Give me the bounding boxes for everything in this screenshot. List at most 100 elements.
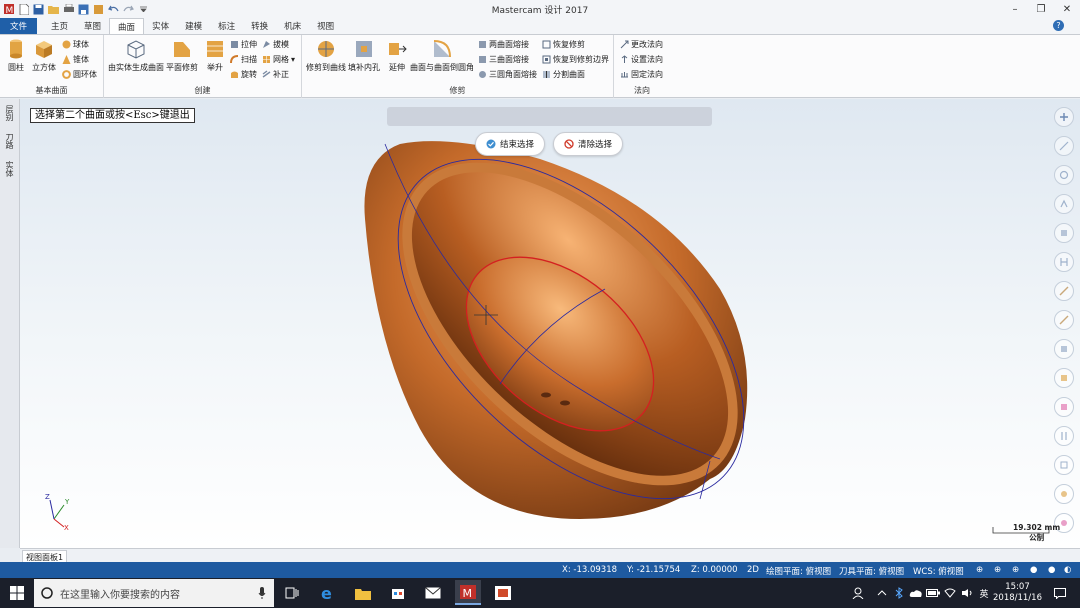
analyze-icon[interactable] — [1054, 281, 1074, 301]
cylinder-button[interactable]: 圆柱 — [5, 38, 27, 73]
loft-button[interactable]: 举升 — [204, 38, 226, 73]
color-icon[interactable] — [1054, 368, 1074, 388]
view-cube-icon[interactable] — [1054, 223, 1074, 243]
surface-from-solid-button[interactable]: 由实体生成曲面 — [108, 38, 164, 73]
split-surface-button[interactable]: 分割曲面 — [542, 69, 585, 80]
extrude-button[interactable]: 拉伸 — [230, 39, 257, 50]
task-view-icon[interactable] — [282, 583, 302, 603]
side-tab-levels[interactable]: 层别 — [4, 105, 15, 121]
restore-button[interactable]: ❐ — [1028, 0, 1054, 18]
cube-button[interactable]: 立方体 — [32, 38, 56, 73]
shading-mode-icon[interactable]: ◐ — [1064, 565, 1071, 575]
tab-surfaces[interactable]: 曲面 — [109, 18, 145, 34]
drawing-plane[interactable]: 绘图平面: 俯视图 — [766, 565, 831, 577]
model-canvas[interactable]: Y Z X — [20, 99, 1080, 548]
set-normal-button[interactable]: 设置法向 — [620, 54, 663, 65]
tab-sketch[interactable]: 草图 — [76, 18, 109, 34]
tab-solids[interactable]: 实体 — [144, 18, 177, 34]
store-icon[interactable] — [388, 583, 408, 603]
save-as-icon[interactable] — [77, 3, 90, 16]
sweep-button[interactable]: 扫描 — [230, 54, 257, 65]
window-controls: – ❐ ✕ — [1002, 0, 1080, 18]
net-button[interactable]: 网格 ▾ — [262, 54, 295, 65]
shading-icon[interactable] — [1054, 339, 1074, 359]
rotate-view-icon[interactable] — [1054, 165, 1074, 185]
save-icon[interactable] — [32, 3, 45, 16]
properties-icon[interactable] — [92, 3, 105, 16]
zoom-in-icon[interactable] — [1054, 107, 1074, 127]
help-icon[interactable]: ? — [1053, 20, 1064, 31]
mastercam-taskbar-icon[interactable]: M — [455, 580, 481, 605]
tab-model[interactable]: 建模 — [177, 18, 210, 34]
globe-icon[interactable]: ⊕ — [994, 565, 1001, 575]
z-coordinate[interactable]: Z: 0.00000 — [691, 565, 738, 575]
level-icon[interactable] — [1054, 397, 1074, 417]
system-clock[interactable]: 15:07 2018/11/16 — [993, 582, 1042, 604]
file-explorer-icon[interactable] — [353, 583, 373, 603]
chevron-down-icon[interactable]: ▾ — [291, 55, 295, 64]
graphics-viewport[interactable]: Y Z X 选择第二个曲面或按<Esc>键退出 结束选择 清除选择 19.302… — [20, 99, 1080, 548]
tab-file[interactable]: 文件 — [0, 18, 38, 34]
globe-icon[interactable]: ⊕ — [1012, 565, 1019, 575]
2d-3d-toggle[interactable]: 2D — [747, 565, 759, 575]
mail-icon[interactable] — [423, 583, 443, 603]
trim-to-curve-button[interactable]: 修剪到曲线 — [306, 38, 346, 73]
presentation-app-icon[interactable] — [493, 583, 513, 603]
selection-toolbar[interactable] — [387, 107, 712, 126]
change-normal-button[interactable]: 更改法向 — [620, 39, 663, 50]
properties-icon[interactable] — [1054, 426, 1074, 446]
untrim-boundary-button[interactable]: 恢复到修剪边界 — [542, 54, 609, 65]
open-folder-icon[interactable] — [47, 3, 60, 16]
people-icon[interactable] — [848, 583, 868, 603]
new-file-icon[interactable] — [17, 3, 30, 16]
torus-button[interactable]: 圆环体 — [62, 69, 97, 80]
draft-button[interactable]: 拔模 — [262, 39, 289, 50]
pan-view-icon[interactable] — [1054, 194, 1074, 214]
sphere-button[interactable]: 球体 — [62, 39, 89, 50]
measure-icon[interactable] — [1054, 310, 1074, 330]
wcs[interactable]: WCS: 俯视图 — [913, 565, 964, 577]
fix-normal-button[interactable]: 固定法向 — [620, 69, 663, 80]
redo-icon[interactable] — [122, 3, 135, 16]
tab-transform[interactable]: 转换 — [243, 18, 276, 34]
fit-view-icon[interactable] — [1054, 136, 1074, 156]
edge-browser-icon[interactable]: e — [318, 583, 338, 603]
side-tab-toolpaths[interactable]: 刀路 — [4, 133, 15, 149]
untrim-button[interactable]: 恢复修剪 — [542, 39, 585, 50]
close-button[interactable]: ✕ — [1054, 0, 1080, 18]
tab-view[interactable]: 视图 — [309, 18, 342, 34]
minimize-button[interactable]: – — [1002, 0, 1028, 18]
shading-mode-icon[interactable]: ● — [1030, 565, 1037, 575]
windows-start-icon[interactable] — [7, 583, 27, 603]
print-icon[interactable] — [62, 3, 75, 16]
settings-icon[interactable] — [1054, 484, 1074, 504]
ime-indicator[interactable]: 英 — [974, 583, 994, 603]
clear-selection-button[interactable]: 清除选择 — [553, 132, 624, 156]
extend-button[interactable]: 延伸 — [386, 38, 408, 73]
shading-mode-icon[interactable]: ● — [1048, 565, 1055, 575]
customize-qat-icon[interactable] — [137, 3, 150, 16]
tool-plane[interactable]: 刀具平面: 俯视图 — [839, 565, 904, 577]
microphone-icon[interactable] — [258, 587, 266, 599]
grid-icon[interactable] — [1054, 455, 1074, 475]
app-logo-icon[interactable]: M — [2, 3, 15, 16]
offset-button[interactable]: 补正 — [262, 69, 289, 80]
hide-icon[interactable] — [1054, 252, 1074, 272]
surface-fillet-button[interactable]: 曲面与曲面倒圆角 — [410, 38, 474, 73]
cone-button[interactable]: 锥体 — [62, 54, 89, 65]
two-surface-blend-button[interactable]: 两曲面熔接 — [478, 39, 529, 50]
flat-trim-button[interactable]: 平面修剪 — [166, 38, 198, 73]
tab-dimension[interactable]: 标注 — [210, 18, 243, 34]
three-surface-blend-button[interactable]: 三曲面熔接 — [478, 54, 529, 65]
fill-holes-button[interactable]: 填补内孔 — [348, 38, 380, 73]
taskbar-search-box[interactable]: 在这里输入你要搜索的内容 — [34, 579, 274, 607]
tab-machine[interactable]: 机床 — [276, 18, 309, 34]
globe-icon[interactable]: ⊕ — [976, 565, 983, 575]
action-center-icon[interactable] — [1050, 583, 1070, 603]
undo-icon[interactable] — [107, 3, 120, 16]
side-tab-solids[interactable]: 实体 — [4, 161, 15, 177]
revolve-button[interactable]: 旋转 — [230, 69, 257, 80]
three-fillet-blend-button[interactable]: 三圆角面熔接 — [478, 69, 537, 80]
end-selection-button[interactable]: 结束选择 — [475, 132, 546, 156]
tab-home[interactable]: 主页 — [43, 18, 76, 34]
